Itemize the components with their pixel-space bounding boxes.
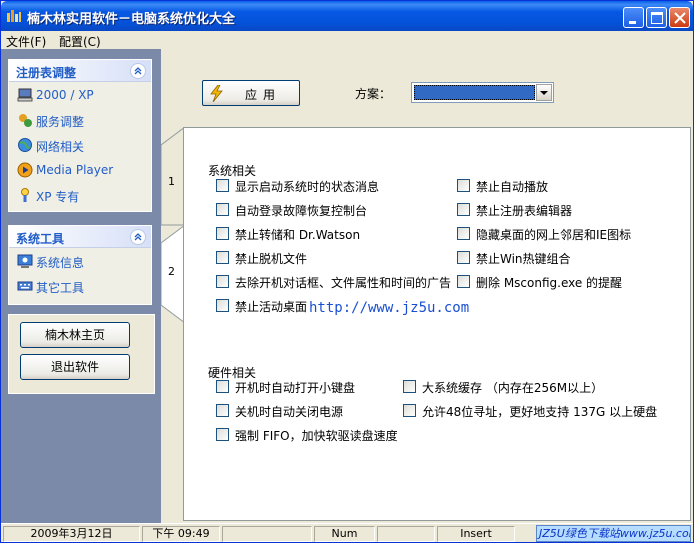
title-bar[interactable]: 楠木林实用软件－电脑系统优化大全 [1,1,693,31]
status-date: 2009年3月12日 [3,526,140,542]
minimize-button[interactable] [623,7,644,28]
apply-label: 应用 [245,88,282,102]
exit-button[interactable]: 退出软件 [20,354,130,380]
close-icon [674,12,686,24]
menu-config[interactable]: 配置(C) [59,33,101,50]
media-player-icon [17,162,33,178]
checkbox[interactable] [216,227,229,240]
registry-group-title: 注册表调整 [16,66,77,80]
sidebar-item-services[interactable]: 服务调整 [9,107,151,132]
tools-group-title: 系统工具 [16,232,65,246]
scheme-dropdown[interactable] [411,82,554,103]
status-time: 下午 09:49 [142,526,220,542]
tab-page: 系统相关 显示启动系统时的状态消息 自动登录故障恢复控制台 禁止转储和 Dr.W… [183,127,691,521]
sidebar-item-other-tools[interactable]: 其它工具 [9,273,151,298]
tab-2[interactable]: 2 [161,225,185,323]
minimize-icon [629,21,636,24]
collapse-chevron-icon[interactable] [130,229,146,245]
sidebar-item-label: 2000 / XP [36,88,94,102]
apply-button[interactable]: 应用 [202,80,300,106]
sidebar-item-system-info[interactable]: 系统信息 [9,248,151,273]
sidebar-item-label: 网络相关 [36,140,85,154]
section-divider [260,371,665,372]
sidebar-item-label: 服务调整 [36,115,85,129]
menu-bar: 文件(F) 配置(C) [1,31,693,49]
collapse-chevron-icon[interactable] [130,63,146,79]
tab-2-label: 2 [168,265,175,278]
status-bar: 2009年3月12日 下午 09:49 Num Insert JZ5U绿色下载站… [1,523,693,542]
sidebar: 注册表调整 2000 / XP 服务调整 网络相关 Media Player X… [1,49,161,523]
sidebar-button-panel: 楠木林主页 退出软件 [8,314,155,394]
checkbox[interactable] [403,380,416,393]
app-icon [6,8,22,24]
scheme-selected-value [414,85,535,100]
services-icon [17,112,33,128]
jz5u-banner: JZ5U绿色下载站www.jz5u.com [536,525,691,542]
status-empty-2 [377,526,435,542]
checkbox[interactable] [216,203,229,216]
maximize-button[interactable] [646,7,667,28]
dropdown-arrow-icon[interactable] [536,84,552,101]
checkbox[interactable] [216,404,229,417]
sidebar-item-label: Media Player [36,163,114,177]
tools-group-header[interactable]: 系统工具 [9,226,151,248]
tools-group: 系统工具 系统信息 其它工具 [8,225,152,305]
status-insert: Insert [437,526,515,542]
checkbox[interactable] [216,275,229,288]
status-num: Num [314,526,375,542]
checkbox[interactable] [403,404,416,417]
sidebar-item-label: 系统信息 [36,256,85,270]
sidebar-item-2000-xp[interactable]: 2000 / XP [9,82,151,107]
sidebar-item-label: 其它工具 [36,281,85,295]
section-divider [260,169,665,170]
status-empty-1 [222,526,312,542]
home-page-button[interactable]: 楠木林主页 [20,322,130,348]
watermark-url: http://www.jz5u.com [309,300,470,316]
system-info-icon [17,253,33,269]
sidebar-item-label: XP 专有 [36,190,80,204]
menu-file[interactable]: 文件(F) [6,33,46,50]
checkbox[interactable] [216,251,229,264]
system-section-title: 系统相关 [208,164,257,178]
scheme-label: 方案： [355,87,392,101]
tab-1-label: 1 [168,175,175,188]
sidebar-item-xp-only[interactable]: XP 专有 [9,182,151,207]
checkbox[interactable] [457,275,470,288]
maximize-icon [651,12,663,24]
main-area: 应用 方案： 1 2 系统相关 显示启动系统时的状态消息 自动登录故障恢复控制台… [161,49,693,523]
checkbox[interactable] [457,251,470,264]
registry-group: 注册表调整 2000 / XP 服务调整 网络相关 Media Player X… [8,59,152,212]
tab-1[interactable]: 1 [161,127,185,225]
checkbox[interactable] [457,227,470,240]
registry-group-header[interactable]: 注册表调整 [9,60,151,82]
keyboard-icon [17,278,33,294]
close-button[interactable] [669,7,690,28]
checkbox[interactable] [216,179,229,192]
checkbox[interactable] [216,299,229,312]
lightning-icon [209,84,225,105]
network-globe-icon [17,137,33,153]
xp-tool-icon [17,187,33,203]
computer-icon [17,87,33,103]
checkbox[interactable] [457,203,470,216]
app-window: 楠木林实用软件－电脑系统优化大全 文件(F) 配置(C) 注册表调整 2000 … [0,0,694,543]
window-title: 楠木林实用软件－电脑系统优化大全 [27,12,236,27]
checkbox[interactable] [216,428,229,441]
vertical-tabs: 1 2 [161,127,185,327]
checkbox[interactable] [216,380,229,393]
checkbox[interactable] [457,179,470,192]
sidebar-item-media-player[interactable]: Media Player [9,157,151,182]
sidebar-item-network[interactable]: 网络相关 [9,132,151,157]
